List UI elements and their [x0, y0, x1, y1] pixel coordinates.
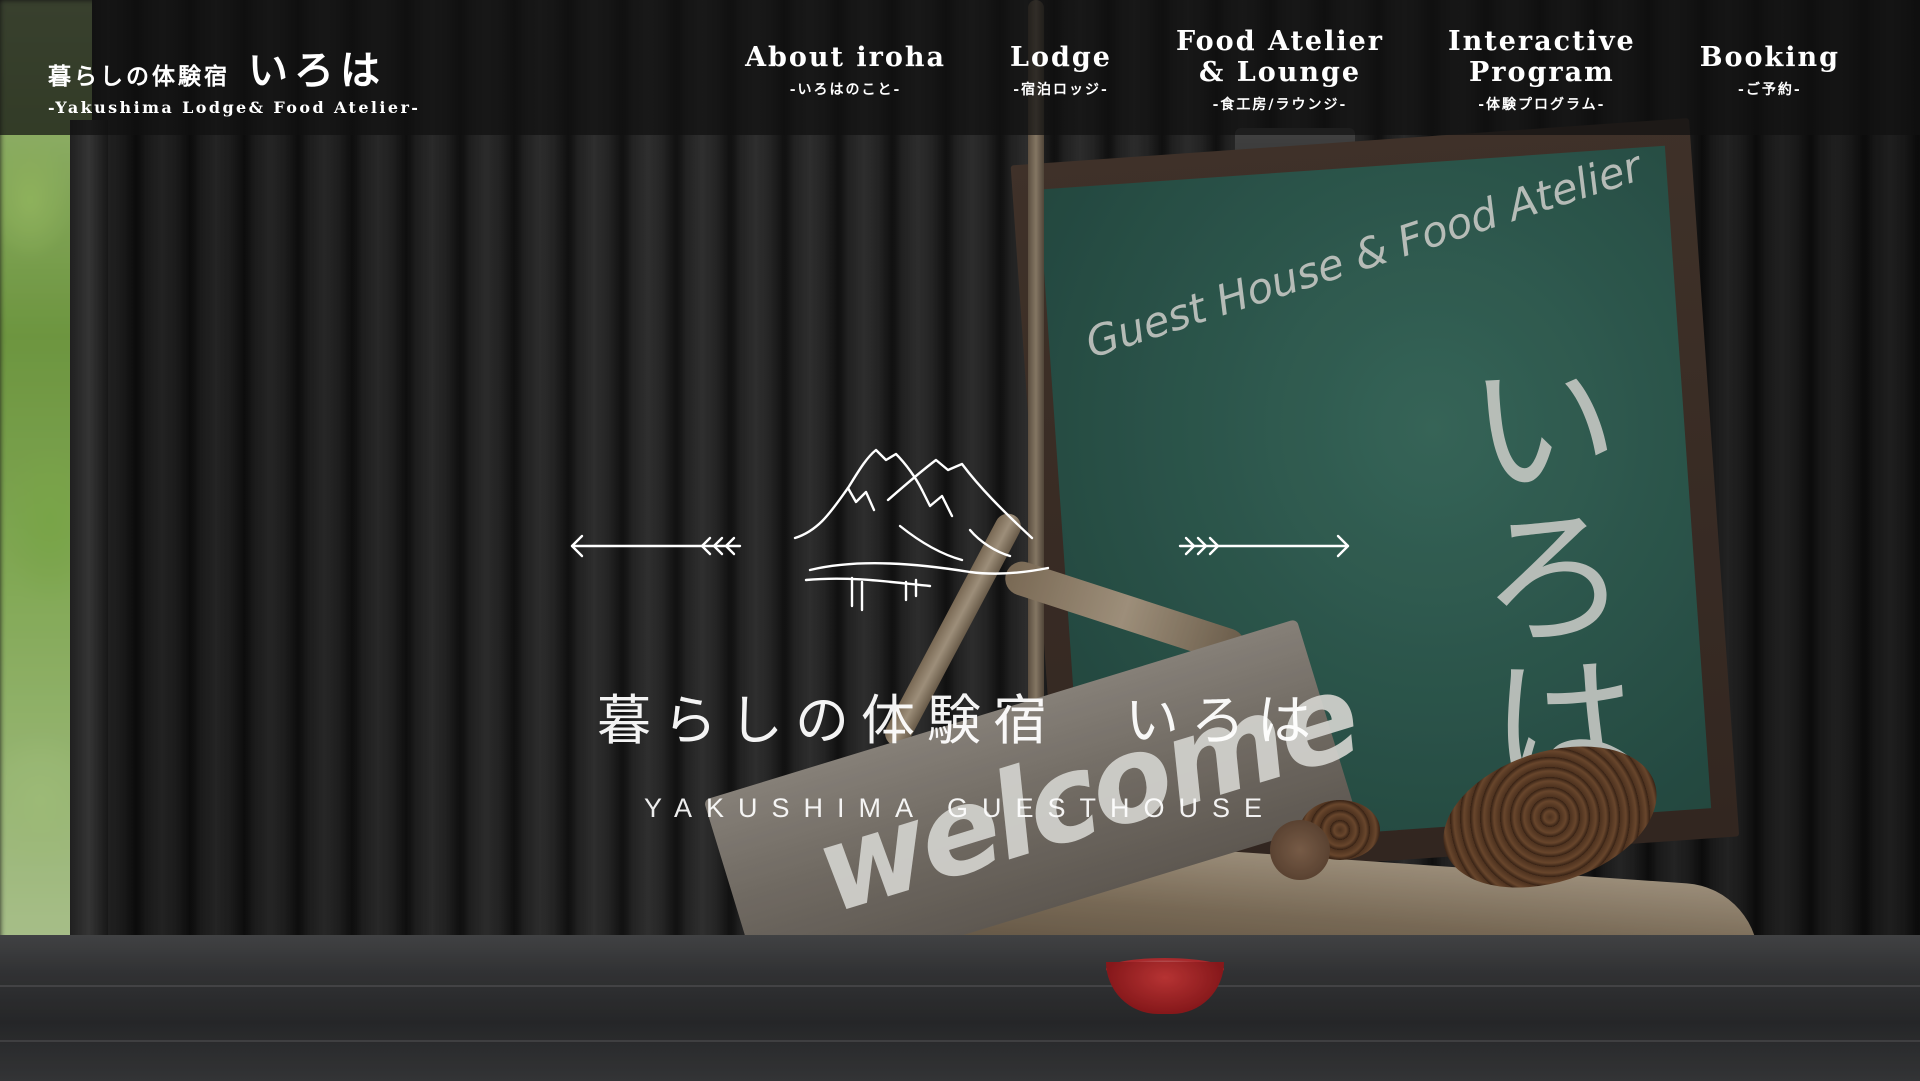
nav-about-sub: -いろはのこと- — [789, 81, 902, 98]
nav-about[interactable]: About iroha -いろはのこと- — [713, 42, 978, 99]
hero-subtitle: YAKUSHIMA GUESTHOUSE — [643, 793, 1277, 823]
site-header: 暮らしの体験宿 いろは -Yakushima Lodge& Food Ateli… — [0, 0, 1920, 135]
nav-interactive-program-sub: -体験プログラム- — [1478, 97, 1606, 113]
nav-booking[interactable]: Booking -ご予約- — [1668, 42, 1872, 99]
brand-title: 暮らしの体験宿 いろは — [48, 38, 420, 96]
nav-lodge-sub: -宿泊ロッジ- — [1013, 81, 1109, 98]
hero-title: 暮らしの体験宿 いろは — [597, 689, 1323, 752]
arrow-left-icon — [570, 534, 742, 558]
mountain-logo-icon — [570, 448, 1350, 612]
site-logo[interactable]: 暮らしの体験宿 いろは -Yakushima Lodge& Food Ateli… — [48, 38, 420, 117]
nav-booking-sub: -ご予約- — [1738, 81, 1802, 98]
nav-lodge[interactable]: Lodge -宿泊ロッジ- — [978, 42, 1144, 99]
nav-booking-label: Booking — [1699, 41, 1840, 73]
nav-lodge-label: Lodge — [1010, 41, 1112, 73]
mountain-shape — [793, 448, 1050, 612]
hero-logo-block: 暮らしの体験宿 いろは YAKUSHIMA GUESTHOUSE — [0, 430, 1920, 824]
nav-food-atelier[interactable]: Food Atelier & Lounge -食工房/ラウンジ- — [1144, 26, 1416, 114]
main-nav: About iroha -いろはのこと- Lodge -宿泊ロッジ- Food … — [713, 20, 1872, 120]
nav-interactive-program[interactable]: Interactive Program -体験プログラム- — [1416, 26, 1668, 114]
nav-food-atelier-label: Food Atelier & Lounge — [1175, 26, 1385, 88]
brand-subtitle: -Yakushima Lodge& Food Atelier- — [48, 98, 421, 117]
nav-interactive-program-label: Interactive Program — [1448, 26, 1636, 88]
brand-name-iroha: いろは — [248, 47, 386, 94]
brand-name-ja: 暮らしの体験宿 — [48, 63, 230, 90]
nav-food-atelier-sub: -食工房/ラウンジ- — [1212, 97, 1348, 113]
arrow-right-icon — [1178, 534, 1350, 558]
nav-about-label: About iroha — [745, 41, 947, 73]
